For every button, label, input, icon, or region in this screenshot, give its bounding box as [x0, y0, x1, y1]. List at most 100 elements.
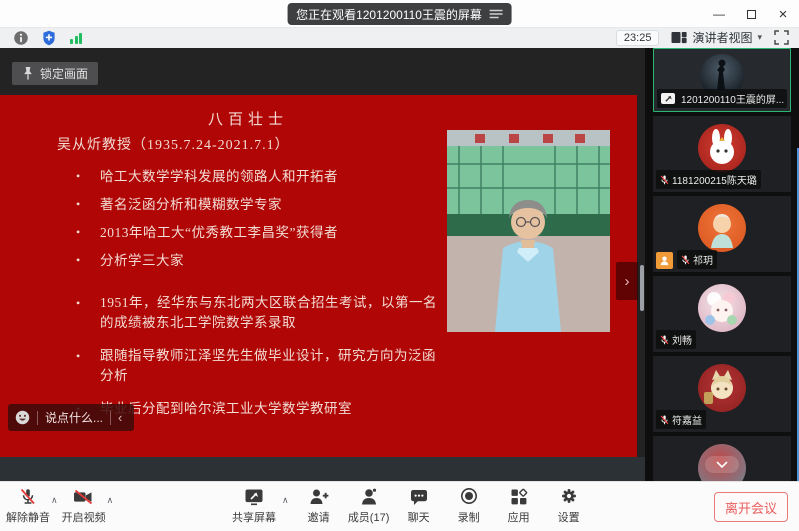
participant-tile[interactable]: 符嘉益 — [653, 356, 791, 432]
close-button[interactable]: × — [767, 0, 799, 28]
slide-bullet: 2013年哈工大“优秀教工李昌奖”获得者 — [72, 225, 452, 240]
record-button[interactable]: 录制 — [447, 487, 491, 525]
screen-share-icon — [661, 93, 675, 104]
divider — [110, 411, 111, 425]
network-signal-icon[interactable] — [70, 32, 82, 44]
dropdown-caret-icon: ▾ — [757, 32, 762, 43]
invite-label: 邀请 — [308, 509, 330, 525]
window-controls: — × — [703, 0, 799, 28]
chat-label: 聊天 — [408, 509, 430, 525]
participant-name: 1201200110王震的屏... — [681, 91, 784, 106]
window-titlebar: 您正在观看1201200110王震的屏幕 — × — [0, 0, 799, 28]
invite-button[interactable]: 邀请 — [297, 487, 341, 525]
share-screen-button[interactable]: 共享屏幕 — [228, 487, 280, 525]
mic-muted-icon — [660, 414, 669, 426]
professor-photo — [447, 130, 610, 332]
slide-bullet: 著名泛函分析和模糊数学专家 — [72, 197, 452, 212]
minimize-icon: — — [713, 7, 725, 21]
watching-banner[interactable]: 您正在观看1201200110王震的屏幕 — [287, 3, 512, 25]
leave-meeting-button[interactable]: 离开会议 — [714, 492, 788, 522]
apps-grid-icon — [508, 487, 530, 507]
slide-bullet-list-1: 哈工大数学学科发展的领路人和开拓者 著名泛函分析和模糊数学专家 2013年哈工大… — [72, 169, 452, 281]
presentation-slide: 八百壮士 吴从炘教授（1935.7.24-2021.7.1） 哈工大数学学科发展… — [0, 95, 637, 457]
start-video-button[interactable]: 开启视频 — [62, 487, 106, 525]
participant-tile[interactable]: 1201200110王震的屏... — [653, 48, 791, 112]
slide-bullet: 跟随指导教师江泽坚先生做毕业设计，研究方向为泛函分析 — [72, 346, 444, 386]
chevron-down-icon — [716, 461, 728, 468]
participant-tile[interactable]: 1181200215陈天璐 — [653, 116, 791, 192]
chat-collapse-icon[interactable]: ‹ — [118, 410, 122, 425]
mic-muted-icon — [660, 334, 669, 346]
participant-name: 祁玥 — [693, 252, 713, 267]
shared-screen-stage: 八百壮士 吴从炘教授（1935.7.24-2021.7.1） 哈工大数学学科发展… — [0, 48, 645, 481]
info-icon[interactable] — [14, 31, 28, 45]
emoji-icon[interactable] — [15, 410, 30, 425]
lock-view-button[interactable]: 锁定画面 — [12, 62, 98, 85]
start-video-label: 开启视频 — [62, 509, 106, 525]
members-label: 成员(17) — [348, 509, 390, 525]
slide-bullet: 分析学三大家 — [72, 253, 452, 268]
avatar — [698, 284, 746, 332]
participant-tile-partial[interactable] — [653, 436, 791, 481]
chevron-right-icon: › — [625, 273, 630, 290]
view-mode-label: 演讲者视图 — [692, 29, 752, 46]
unmute-label: 解除静音 — [6, 509, 50, 525]
settings-button[interactable]: 设置 — [547, 487, 591, 525]
meeting-window: 您正在观看1201200110王震的屏幕 — × 23:25 — [0, 0, 799, 531]
meeting-time: 23:25 — [616, 30, 660, 46]
chat-bubble-icon — [408, 487, 430, 507]
watching-text: 您正在观看1201200110王震的屏幕 — [296, 6, 482, 23]
participant-name: 刘畅 — [672, 332, 692, 347]
meeting-toolbar: 解除静音 ∧ 开启视频 ∧ — [0, 481, 799, 531]
record-label: 录制 — [458, 509, 480, 525]
slide-title: 八百壮士 — [148, 108, 348, 129]
divider — [37, 411, 38, 425]
settings-label: 设置 — [558, 509, 580, 525]
mic-muted-icon — [660, 174, 669, 186]
host-badge-icon — [656, 252, 673, 269]
mic-muted-icon — [17, 487, 39, 507]
pin-icon — [22, 66, 34, 81]
lock-view-label: 锁定画面 — [40, 65, 88, 82]
participant-tile[interactable]: 刘畅 — [653, 276, 791, 352]
leave-meeting-label: 离开会议 — [725, 498, 777, 517]
apps-label: 应用 — [508, 509, 530, 525]
participant-name: 1181200215陈天璐 — [672, 172, 757, 187]
avatar — [698, 364, 746, 412]
slide-bullet: 1951年，经华东与东北两大区联合招生考试，以第一名的成绩被东北工学院数学系录取 — [72, 293, 444, 333]
slide-subtitle: 吴从炘教授（1935.7.24-2021.7.1） — [57, 134, 290, 154]
invite-person-icon — [308, 487, 330, 507]
share-screen-icon — [243, 487, 265, 507]
minimize-button[interactable]: — — [703, 0, 735, 28]
list-icon[interactable] — [490, 9, 503, 19]
stage-scrollbar[interactable] — [640, 265, 644, 311]
apps-button[interactable]: 应用 — [497, 487, 541, 525]
view-mode-selector[interactable]: 演讲者视图 ▾ — [671, 29, 762, 46]
fullscreen-icon[interactable] — [774, 30, 789, 45]
chat-input-placeholder[interactable]: 说点什么... — [45, 409, 103, 426]
participant-tile[interactable]: 祁玥 — [653, 196, 791, 272]
slide-bullet: 哈工大数学学科发展的领路人和开拓者 — [72, 169, 452, 184]
participants-sidebar: 1201200110王震的屏... 1181200215陈 — [645, 48, 799, 481]
security-shield-icon[interactable] — [42, 30, 56, 46]
quick-chat-bar[interactable]: 说点什么... ‹ — [8, 404, 134, 431]
chat-button[interactable]: 聊天 — [397, 487, 441, 525]
mic-muted-icon — [681, 254, 690, 266]
meeting-statusbar: 23:25 演讲者视图 ▾ — [0, 28, 799, 48]
expand-participants-button[interactable] — [705, 456, 739, 473]
share-options-chevron[interactable]: ∧ — [282, 495, 289, 506]
video-options-chevron[interactable]: ∧ — [107, 495, 114, 506]
gear-icon — [558, 487, 580, 507]
maximize-button[interactable] — [735, 0, 767, 28]
camera-off-icon — [72, 487, 95, 507]
close-icon: × — [779, 6, 788, 23]
avatar — [698, 204, 746, 252]
share-screen-label: 共享屏幕 — [232, 509, 276, 525]
stage-bottom-strip — [0, 457, 645, 481]
unmute-button[interactable]: 解除静音 — [6, 487, 50, 525]
layout-icon — [671, 31, 687, 44]
sidebar-toggle-button[interactable]: › — [616, 262, 638, 300]
mic-options-chevron[interactable]: ∧ — [51, 495, 58, 506]
members-button[interactable]: 成员(17) — [347, 487, 391, 525]
participant-name: 符嘉益 — [672, 412, 702, 427]
